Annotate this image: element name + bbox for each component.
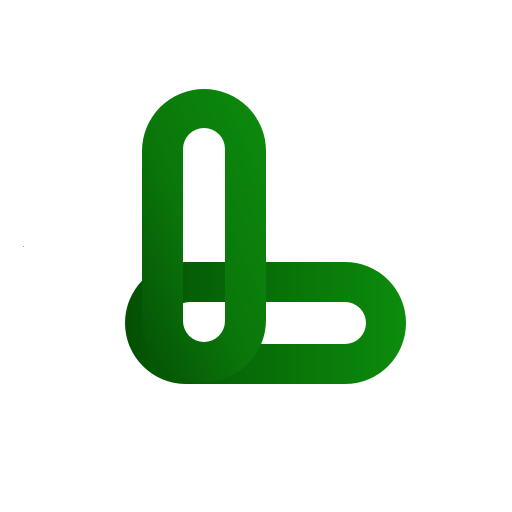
interlocked-l-links-icon xyxy=(125,89,406,384)
vertical-link xyxy=(142,89,266,382)
background-speck xyxy=(23,246,24,247)
logo-canvas xyxy=(0,0,512,512)
